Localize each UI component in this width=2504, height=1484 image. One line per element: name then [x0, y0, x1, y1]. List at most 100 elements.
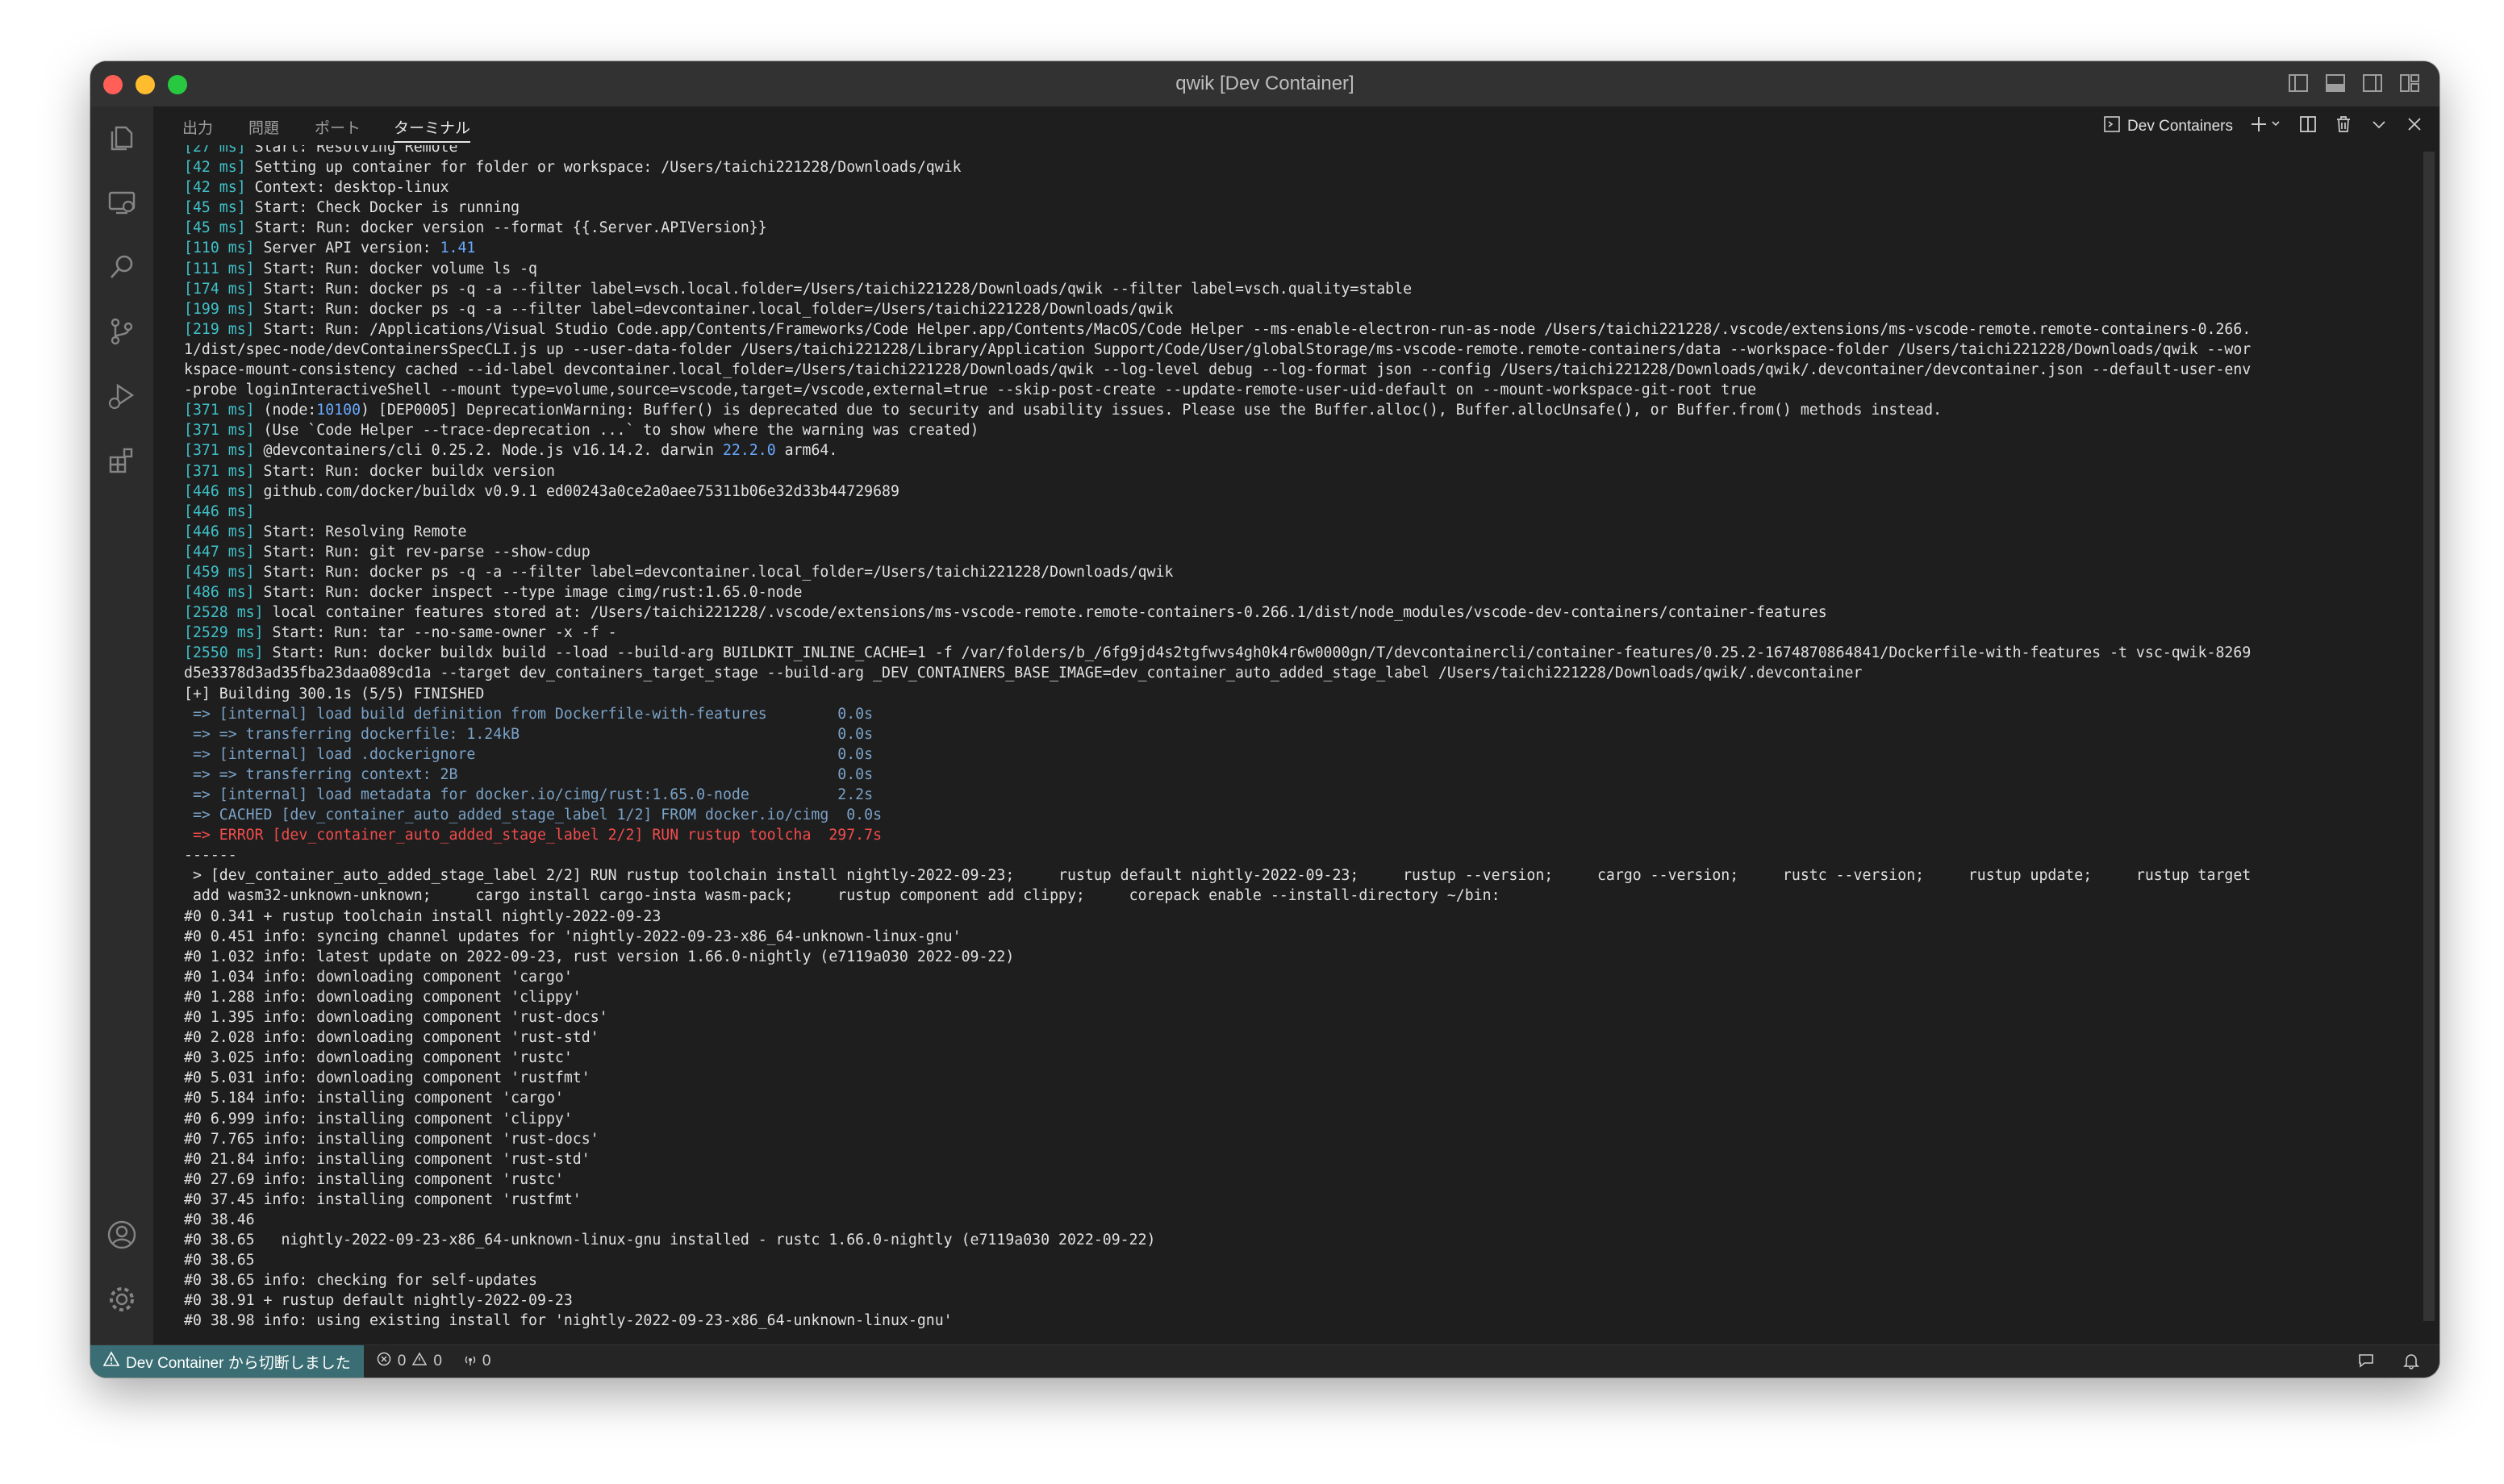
activity-bar	[90, 106, 153, 1345]
terminal-line: #0 37.45 info: installing component 'rus…	[184, 1190, 582, 1208]
window-title: qwik [Dev Container]	[1175, 73, 1354, 94]
warning-icon	[102, 1351, 120, 1372]
terminal-line: [371 ms] Start: Run: docker buildx versi…	[184, 462, 555, 480]
terminal-line: #0 5.031 info: downloading component 'ru…	[184, 1069, 591, 1087]
panel-actions: Dev Containers	[2103, 115, 2423, 139]
terminal-line: => CACHED [dev_container_auto_added_stag…	[184, 807, 883, 824]
terminal-line: [371 ms] (Use `Code Helper --trace-depre…	[184, 422, 979, 440]
terminal-line: => [internal] load .dockerignore 0.0s	[184, 745, 874, 763]
close-panel-icon[interactable]	[2406, 115, 2423, 138]
settings-gear-icon[interactable]	[106, 1284, 137, 1315]
customize-layout-icon[interactable]	[2399, 73, 2420, 94]
source-control-icon[interactable]	[106, 316, 137, 347]
feedback-icon[interactable]	[2357, 1352, 2375, 1374]
terminal-line: [42 ms] Context: desktop-linux	[184, 179, 449, 197]
terminal-line: => [internal] load metadata for docker.i…	[184, 786, 874, 803]
kill-terminal-icon[interactable]	[2335, 115, 2352, 138]
tab-ports[interactable]: ポート	[315, 116, 361, 138]
terminal-line: [199 ms] Start: Run: docker ps -q -a --f…	[184, 300, 1174, 318]
terminal-line: ------	[184, 847, 237, 865]
problems-indicator[interactable]: 0 0	[377, 1352, 442, 1371]
tab-problems[interactable]: 問題	[248, 116, 279, 138]
bottom-panel: 出力 問題 ポート ターミナル Dev Containers [27 ms] S…	[153, 106, 2439, 1345]
error-icon	[377, 1352, 391, 1371]
terminal-line: d5e3378d3ad35fba23daa089cd1a --target de…	[184, 665, 1863, 682]
terminal-output[interactable]: [27 ms] Start: Resolving Remote [42 ms] S…	[184, 145, 2407, 1349]
terminal-line: kspace-mount-consistency cached --id-lab…	[184, 361, 2252, 379]
terminal-line: [45 ms] Start: Check Docker is running	[184, 199, 520, 217]
terminal-line: #0 6.999 info: installing component 'cli…	[184, 1110, 573, 1128]
terminal-line: #0 0.341 + rustup toolchain install nigh…	[184, 907, 661, 925]
terminal-line: #0 5.184 info: installing component 'car…	[184, 1090, 564, 1107]
terminal-line: #0 2.028 info: downloading component 'ru…	[184, 1029, 599, 1047]
terminal-line: => ERROR [dev_container_auto_added_stage…	[184, 827, 883, 844]
terminal-line: #0 27.69 info: installing component 'rus…	[184, 1170, 564, 1188]
terminal-line: [2550 ms] Start: Run: docker buildx buil…	[184, 644, 2252, 662]
remote-explorer-icon[interactable]	[106, 187, 137, 218]
maximize-window-button[interactable]	[168, 75, 187, 94]
warning-count: 0	[433, 1353, 442, 1369]
terminal-line: [110 ms] Server API version: 1.41	[184, 240, 476, 257]
new-terminal-icon[interactable]	[2251, 115, 2281, 138]
terminal-selector[interactable]: Dev Containers	[2103, 115, 2233, 138]
terminal-line: #0 38.46	[184, 1211, 255, 1228]
terminal-line: [447 ms] Start: Run: git rev-parse --sho…	[184, 543, 591, 561]
minimize-window-button[interactable]	[136, 75, 155, 94]
vscode-window: qwik [Dev Container] 出力 問題 ポート ターミナル Dev…	[90, 61, 2439, 1378]
terminal-line: => => transferring context: 2B 0.0s	[184, 765, 874, 783]
close-window-button[interactable]	[103, 75, 123, 94]
terminal-line: #0 7.765 info: installing component 'rus…	[184, 1130, 599, 1148]
extensions-icon[interactable]	[106, 445, 137, 476]
terminal-line: [459 ms] Start: Run: docker ps -q -a --f…	[184, 563, 1174, 581]
ports-icon	[463, 1352, 478, 1371]
terminal-line: #0 1.034 info: downloading component 'ca…	[184, 968, 573, 986]
terminal-line: #0 21.84 info: installing component 'rus…	[184, 1150, 591, 1168]
terminal-icon	[2103, 115, 2121, 138]
terminal-line: [111 ms] Start: Run: docker volume ls -q	[184, 260, 538, 277]
split-terminal-icon[interactable]	[2299, 115, 2317, 138]
ports-indicator[interactable]: 0	[463, 1352, 491, 1371]
toggle-secondary-sidebar-icon[interactable]	[2362, 73, 2383, 94]
account-icon[interactable]	[106, 1219, 137, 1250]
terminal-line: [174 ms] Start: Run: docker ps -q -a --f…	[184, 280, 1413, 298]
terminal-line: 1/dist/spec-node/devContainersSpecCLI.js…	[184, 340, 2252, 358]
search-icon[interactable]	[106, 252, 137, 282]
tab-output[interactable]: 出力	[182, 116, 213, 138]
status-bar: Dev Container から切断しました 0 0 0	[90, 1344, 2439, 1378]
terminal-line: #0 38.65	[184, 1252, 255, 1269]
status-right	[2357, 1352, 2420, 1374]
terminal-line: #0 0.451 info: syncing channel updates f…	[184, 928, 962, 945]
terminal-line: [219 ms] Start: Run: /Applications/Visua…	[184, 320, 2252, 338]
maximize-panel-icon[interactable]	[2370, 115, 2388, 138]
toggle-primary-sidebar-icon[interactable]	[2288, 73, 2309, 94]
error-count: 0	[397, 1353, 407, 1369]
terminal-line: [45 ms] Start: Run: docker version --for…	[184, 219, 767, 237]
explorer-icon[interactable]	[106, 123, 137, 153]
warning-count-icon	[412, 1352, 428, 1371]
terminal-line: #0 1.288 info: downloading component 'cl…	[184, 988, 582, 1006]
terminal-line: #0 38.65 nightly-2022-09-23-x86_64-unkno…	[184, 1232, 1156, 1249]
run-debug-icon[interactable]	[106, 381, 137, 411]
terminal-line: #0 38.91 + rustup default nightly-2022-0…	[184, 1292, 573, 1310]
remote-indicator[interactable]: Dev Container から切断しました	[90, 1345, 364, 1378]
layout-controls	[2288, 73, 2420, 94]
terminal-line: => [internal] load build definition from…	[184, 705, 874, 723]
remote-status-label: Dev Container から切断しました	[126, 1354, 351, 1372]
ports-count: 0	[482, 1353, 491, 1369]
panel-tabs: 出力 問題 ポート ターミナル Dev Containers	[153, 106, 2439, 145]
toggle-panel-icon[interactable]	[2325, 73, 2346, 94]
tab-terminal[interactable]: ターミナル	[394, 116, 471, 143]
window-controls	[103, 75, 187, 94]
terminal-line: => => transferring dockerfile: 1.24kB 0.…	[184, 725, 874, 743]
terminal-line: [+] Building 300.1s (5/5) FINISHED	[184, 685, 485, 702]
terminal-line: #0 38.98 info: using existing install fo…	[184, 1312, 953, 1330]
terminal-line: #0 1.032 info: latest update on 2022-09-…	[184, 948, 1015, 965]
terminal-line: [446 ms] Start: Resolving Remote	[184, 523, 467, 540]
terminal-scrollbar[interactable]	[2423, 152, 2435, 1321]
notifications-bell-icon[interactable]	[2402, 1352, 2420, 1374]
terminal-line: > [dev_container_auto_added_stage_label …	[184, 867, 2252, 885]
terminal-line: [446 ms]	[184, 502, 255, 520]
terminal-line: [371 ms] (node:10100) [DEP0005] Deprecat…	[184, 402, 1943, 419]
terminal-line: [42 ms] Setting up container for folder …	[184, 159, 962, 177]
terminal-line: [446 ms] github.com/docker/buildx v0.9.1…	[184, 482, 899, 500]
